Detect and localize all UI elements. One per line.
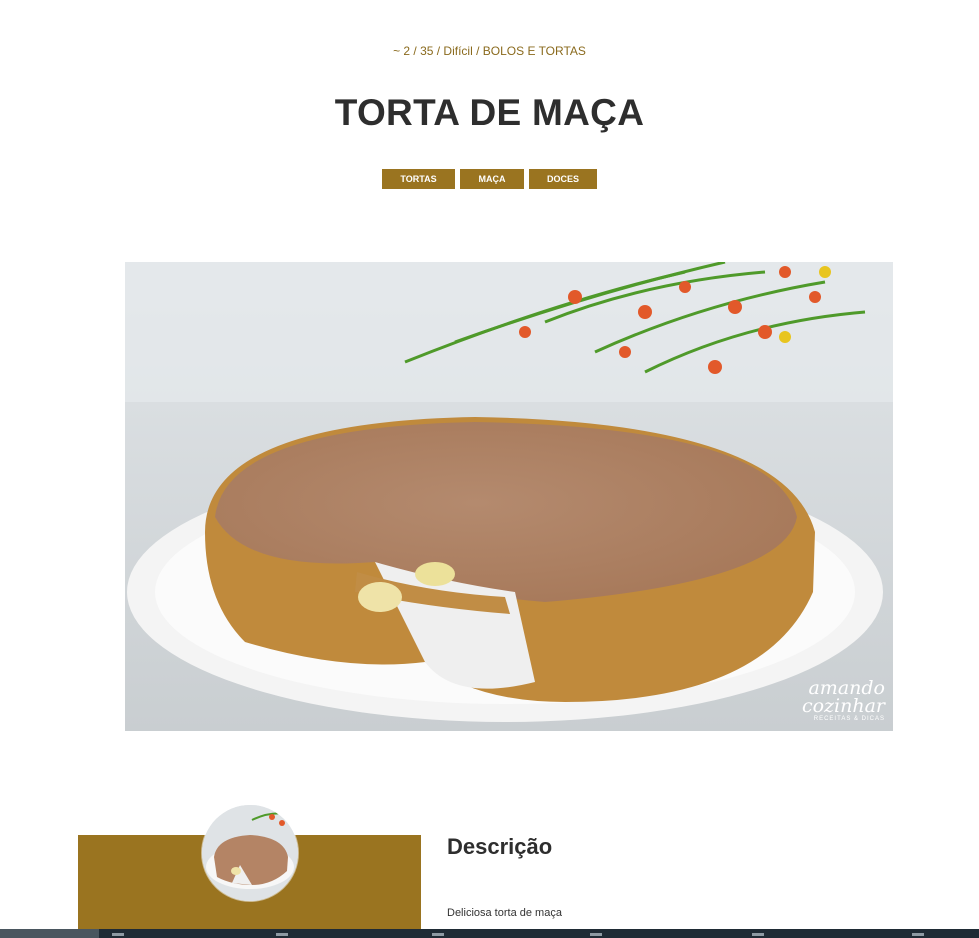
taskbar-app-icon[interactable] <box>590 933 602 936</box>
taskbar-app-icon[interactable] <box>752 933 764 936</box>
taskbar-app-icon[interactable] <box>276 933 288 936</box>
tag-doces[interactable]: DOCES <box>529 169 597 189</box>
description-text: Deliciosa torta de maça <box>447 907 562 919</box>
recipe-thumbnail <box>202 805 298 901</box>
os-taskbar <box>0 929 979 938</box>
taskbar-start-area[interactable] <box>0 929 99 938</box>
apple-pie-photo <box>125 262 893 731</box>
tag-maca[interactable]: MAÇA <box>460 169 524 189</box>
recipe-meta: ~ 2 / 35 / Difícil / BOLOS E TORTAS <box>393 44 586 58</box>
taskbar-app-icon[interactable] <box>112 933 124 936</box>
taskbar-app-icon[interactable] <box>912 933 924 936</box>
tag-list: TORTAS MAÇA DOCES <box>0 169 979 189</box>
page-title: TORTA DE MAÇA <box>334 92 645 133</box>
brand-watermark: amando cozinhar RECEITAS & DICAS <box>801 677 885 723</box>
description-heading: Descrição <box>447 834 553 859</box>
hero-image: amando cozinhar RECEITAS & DICAS <box>125 262 893 731</box>
taskbar-app-icon[interactable] <box>432 933 444 936</box>
tag-tortas[interactable]: TORTAS <box>382 169 455 189</box>
